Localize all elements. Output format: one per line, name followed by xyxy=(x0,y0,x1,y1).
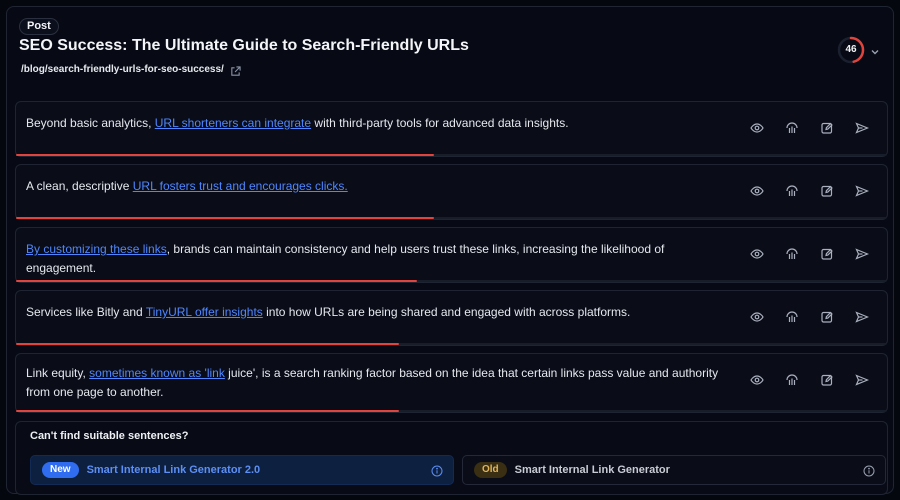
suggestion-sentence: By customizing these links, brands can m… xyxy=(26,240,726,278)
suggestion-actions xyxy=(750,373,869,387)
link-suggest-icon[interactable] xyxy=(785,373,799,387)
send-icon[interactable] xyxy=(855,121,869,135)
eye-icon[interactable] xyxy=(750,121,764,135)
chevron-down-icon[interactable] xyxy=(870,44,880,55)
relevance-bar-fill xyxy=(16,410,400,412)
new-pill: New xyxy=(42,462,79,478)
anchor-text-link[interactable]: TinyURL offer insights xyxy=(146,305,263,319)
link-suggest-icon[interactable] xyxy=(785,184,799,198)
suggestion-card: Link equity, sometimes known as 'link ju… xyxy=(15,353,888,413)
old-pill: Old xyxy=(474,462,507,478)
relevance-bar xyxy=(16,217,887,219)
sentence-before: Link equity, xyxy=(26,366,90,380)
relevance-bar-fill xyxy=(16,343,400,345)
suggestion-card: Services like Bitly and TinyURL offer in… xyxy=(15,290,888,346)
relevance-bar-fill xyxy=(16,280,417,282)
suggestion-sentence: A clean, descriptive URL fosters trust a… xyxy=(26,177,726,196)
post-slug: /blog/search-friendly-urls-for-seo-succe… xyxy=(21,64,224,75)
anchor-text-link[interactable]: sometimes known as 'link xyxy=(89,366,225,380)
suggestion-actions xyxy=(750,121,869,135)
relevance-bar-fill xyxy=(16,217,435,219)
suggestion-actions xyxy=(750,310,869,324)
suggestion-card: Beyond basic analytics, URL shorteners c… xyxy=(15,101,888,157)
sentence-before: Beyond basic analytics, xyxy=(26,116,155,130)
seo-score-ring[interactable]: 46 xyxy=(836,35,866,65)
slug-row: /blog/search-friendly-urls-for-seo-succe… xyxy=(21,64,241,76)
send-icon[interactable] xyxy=(855,310,869,324)
relevance-bar-fill xyxy=(16,154,435,156)
suggestion-sentence: Services like Bitly and TinyURL offer in… xyxy=(26,303,726,322)
relevance-bar xyxy=(16,280,887,282)
link-suggestions-panel: Post SEO Success: The Ultimate Guide to … xyxy=(6,6,894,495)
edit-icon[interactable] xyxy=(820,373,834,387)
sentence-before: Services like Bitly and xyxy=(26,305,146,319)
eye-icon[interactable] xyxy=(750,247,764,261)
old-generator-label: Smart Internal Link Generator xyxy=(514,464,670,476)
edit-icon[interactable] xyxy=(820,121,834,135)
eye-icon[interactable] xyxy=(750,184,764,198)
anchor-text-link[interactable]: URL shorteners can integrate xyxy=(155,116,311,130)
edit-icon[interactable] xyxy=(820,310,834,324)
send-icon[interactable] xyxy=(855,247,869,261)
post-type-badge: Post xyxy=(19,18,59,35)
smart-link-generator-new-button[interactable]: New Smart Internal Link Generator 2.0 xyxy=(30,455,454,485)
suggestion-sentence: Link equity, sometimes known as 'link ju… xyxy=(26,364,726,402)
eye-icon[interactable] xyxy=(750,310,764,324)
sentence-before: A clean, descriptive xyxy=(26,179,133,193)
eye-icon[interactable] xyxy=(750,373,764,387)
link-suggest-icon[interactable] xyxy=(785,310,799,324)
external-link-icon[interactable] xyxy=(230,64,241,76)
suggestion-card: A clean, descriptive URL fosters trust a… xyxy=(15,164,888,220)
suggestion-actions xyxy=(750,247,869,261)
link-suggest-icon[interactable] xyxy=(785,247,799,261)
suggestion-sentence: Beyond basic analytics, URL shorteners c… xyxy=(26,114,726,133)
send-icon[interactable] xyxy=(855,373,869,387)
info-icon[interactable] xyxy=(431,464,443,477)
smart-link-generator-old-button[interactable]: Old Smart Internal Link Generator xyxy=(462,455,886,485)
anchor-text-link[interactable]: URL fosters trust and encourages clicks. xyxy=(133,179,348,193)
new-generator-label: Smart Internal Link Generator 2.0 xyxy=(86,464,261,476)
relevance-bar xyxy=(16,154,887,156)
link-suggest-icon[interactable] xyxy=(785,121,799,135)
sentence-after: into how URLs are being shared and engag… xyxy=(262,305,631,319)
suggestion-card: By customizing these links, brands can m… xyxy=(15,227,888,283)
post-title: SEO Success: The Ultimate Guide to Searc… xyxy=(19,37,469,54)
relevance-bar xyxy=(16,410,887,412)
send-icon[interactable] xyxy=(855,184,869,198)
info-icon[interactable] xyxy=(863,464,875,477)
edit-icon[interactable] xyxy=(820,247,834,261)
edit-icon[interactable] xyxy=(820,184,834,198)
seo-score-value: 46 xyxy=(845,44,857,55)
relevance-bar xyxy=(16,343,887,345)
anchor-text-link[interactable]: By customizing these links xyxy=(26,242,167,256)
sentence-after: with third-party tools for advanced data… xyxy=(311,116,569,130)
suggestion-actions xyxy=(750,184,869,198)
cant-find-question: Can't find suitable sentences? xyxy=(30,430,189,442)
generator-section: Can't find suitable sentences? New Smart… xyxy=(15,421,888,495)
